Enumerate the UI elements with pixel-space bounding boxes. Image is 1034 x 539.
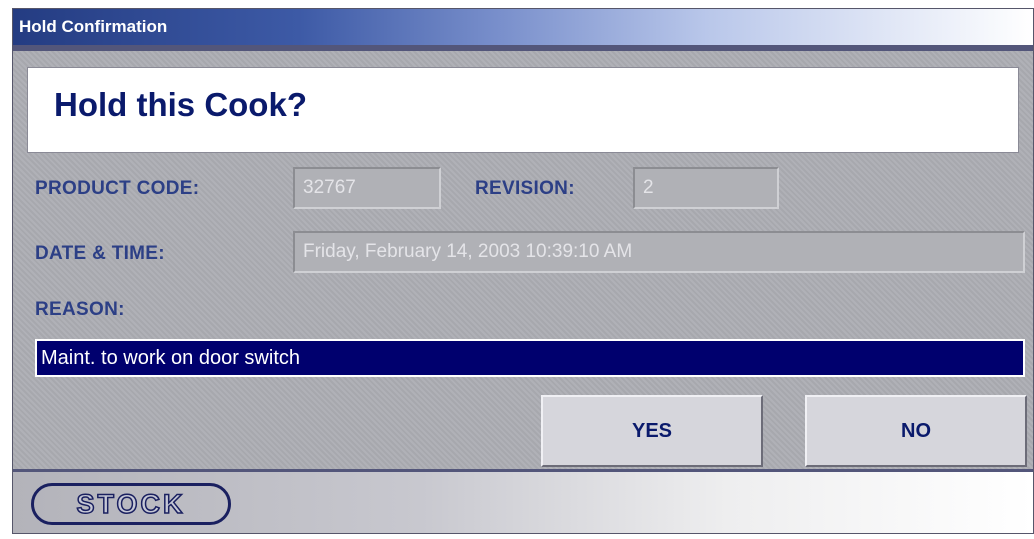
product-code-field: 32767: [293, 167, 441, 209]
window-title: Hold Confirmation: [19, 17, 168, 36]
heading-panel: Hold this Cook?: [27, 67, 1019, 153]
revision-field: 2: [633, 167, 779, 209]
stock-logo: STOCK: [31, 483, 231, 525]
yes-button[interactable]: YES: [541, 395, 763, 467]
reason-input[interactable]: [35, 339, 1025, 377]
revision-label: REVISION:: [475, 178, 575, 199]
footer-bar: STOCK: [13, 469, 1033, 533]
datetime-field: Friday, February 14, 2003 10:39:10 AM: [293, 231, 1025, 273]
hold-confirmation-window: Hold Confirmation Hold this Cook? PRODUC…: [12, 8, 1034, 534]
title-bar: Hold Confirmation: [13, 9, 1033, 45]
reason-label: REASON:: [35, 299, 125, 320]
product-code-label: PRODUCT CODE:: [35, 178, 200, 199]
dialog-heading: Hold this Cook?: [54, 86, 307, 123]
datetime-label: DATE & TIME:: [35, 243, 165, 264]
dialog-body: Hold this Cook? PRODUCT CODE: 32767 REVI…: [13, 45, 1033, 469]
no-button[interactable]: NO: [805, 395, 1027, 467]
